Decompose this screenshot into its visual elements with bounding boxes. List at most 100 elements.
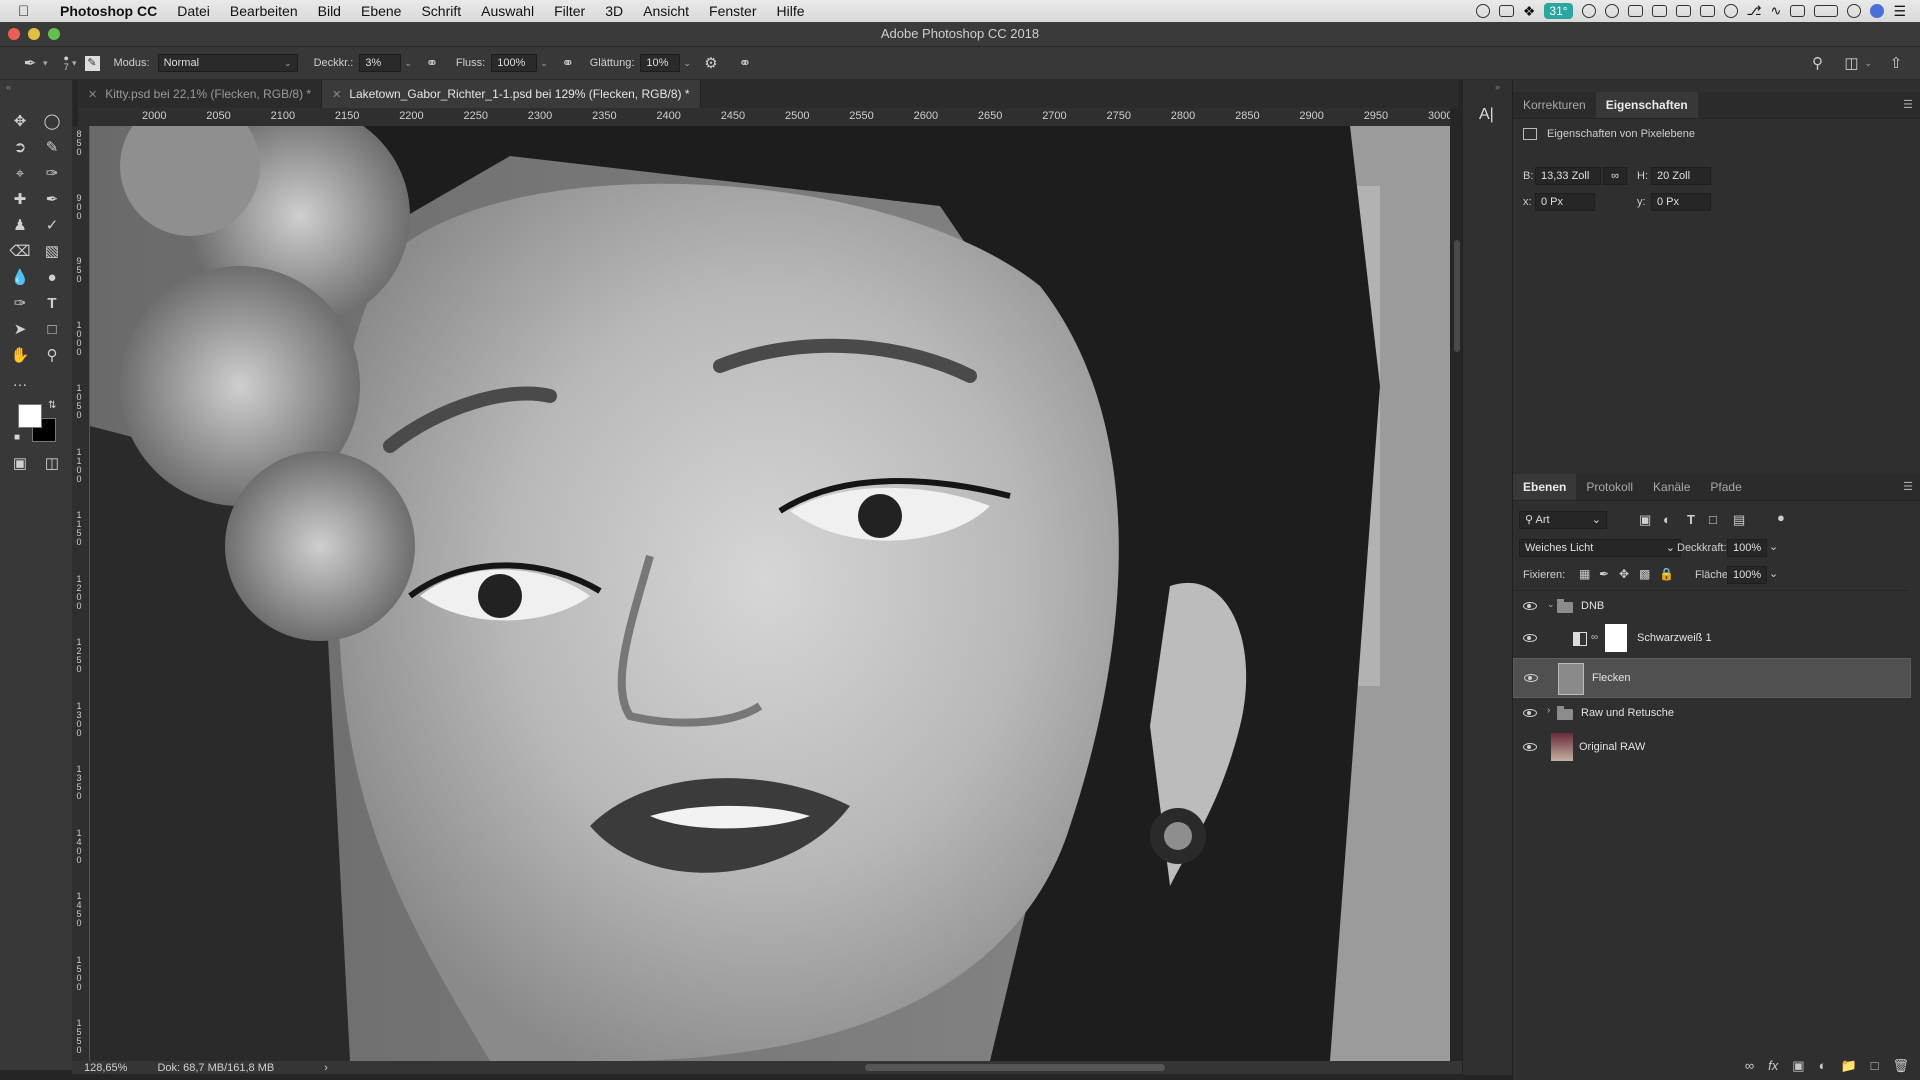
battery-icon[interactable] <box>1814 5 1839 17</box>
quick-mask-icon[interactable]: ▣ <box>8 452 32 474</box>
fluss-dropdown[interactable]: ⌄ <box>540 58 548 69</box>
brush-picker-caret[interactable]: ▾ <box>72 58 77 69</box>
menu-3d[interactable]: 3D <box>595 3 633 19</box>
quick-selection-tool-icon[interactable]: ✎ <box>40 136 64 158</box>
minimize-window-button[interactable] <box>28 28 40 40</box>
brush-tool-icon[interactable]: ✒ <box>40 188 64 210</box>
tab-eigenschaften[interactable]: Eigenschaften <box>1595 92 1698 118</box>
filter-smart-object-icon[interactable]: ▤ <box>1733 512 1745 528</box>
layer-mask-thumbnail[interactable] <box>1605 624 1627 652</box>
menu-fenster[interactable]: Fenster <box>699 3 766 19</box>
layers-menu-icon[interactable]: ☰ <box>1903 480 1913 493</box>
move-tool-icon[interactable]: ✥ <box>8 110 32 132</box>
brush-preset-picker[interactable]: ● 7 <box>64 54 69 72</box>
crop-tool-icon[interactable]: ⌖ <box>8 162 32 184</box>
screen-mode-icon[interactable]: ◫ <box>40 452 64 474</box>
lock-artboard-icon[interactable]: ▩ <box>1639 567 1650 581</box>
layer-row[interactable]: Original RAW <box>1513 730 1909 764</box>
visibility-eye-icon[interactable] <box>1523 634 1537 642</box>
menu-ansicht[interactable]: Ansicht <box>633 3 699 19</box>
filter-toggle-icon[interactable]: ● <box>1777 510 1785 525</box>
add-mask-icon[interactable]: ▣ <box>1792 1058 1804 1074</box>
history-brush-tool-icon[interactable]: ✓ <box>40 214 64 236</box>
character-panel-icon[interactable]: A| <box>1479 106 1494 124</box>
notification-center-icon[interactable]: ☰ <box>1893 3 1906 20</box>
zoom-window-button[interactable] <box>48 28 60 40</box>
foreground-color-swatch-top[interactable] <box>18 404 42 428</box>
siri-icon[interactable] <box>1870 4 1885 18</box>
type-tool-icon[interactable]: T <box>40 292 64 314</box>
hd-icon[interactable] <box>1699 5 1715 17</box>
gradient-tool-icon[interactable]: ▧ <box>40 240 64 262</box>
clone-stamp-tool-icon[interactable]: ♟ <box>8 214 32 236</box>
fill-dropdown[interactable]: ⌄ <box>1769 567 1778 580</box>
tab-protokoll[interactable]: Protokoll <box>1576 474 1643 500</box>
vertical-scroll-thumb[interactable] <box>1454 240 1460 352</box>
x-field[interactable]: 0 Px <box>1535 193 1595 211</box>
airplay-icon[interactable] <box>1790 5 1806 17</box>
trash-icon[interactable]: 🗑 <box>1892 1058 1909 1074</box>
lock-transparent-icon[interactable]: ▦ <box>1579 567 1590 581</box>
bluetooth-icon[interactable]: ⎇ <box>1747 3 1762 19</box>
menu-auswahl[interactable]: Auswahl <box>471 3 544 19</box>
monitor-icon[interactable] <box>1675 5 1691 17</box>
chevron-down-icon[interactable]: ⌄ <box>1547 599 1555 610</box>
visibility-eye-icon[interactable] <box>1523 602 1537 610</box>
tab-kitty[interactable]: ✕ Kitty.psd bei 22,1% (Flecken, RGB/8) * <box>78 80 323 108</box>
brush-tool-icon[interactable]: ✒ <box>20 54 40 72</box>
tool-preset-dropdown[interactable]: ▾ <box>43 58 48 69</box>
link-layers-icon[interactable]: ∞ <box>1745 1058 1754 1074</box>
marquee-tool-icon[interactable]: ◯ <box>40 110 64 132</box>
fx-icon[interactable]: fx <box>1768 1058 1778 1074</box>
eraser-tool-icon[interactable]: ⌫ <box>8 240 32 262</box>
brush-settings-icon[interactable]: ✎ <box>84 55 100 71</box>
lock-position-icon[interactable]: ✥ <box>1619 567 1629 581</box>
layer-row[interactable]: ∞ Schwarzweiß 1 <box>1513 620 1909 656</box>
visibility-eye-icon[interactable] <box>1524 674 1538 682</box>
close-icon[interactable]: ✕ <box>88 88 97 101</box>
visibility-eye-icon[interactable] <box>1523 709 1537 717</box>
feather-icon[interactable] <box>1581 4 1596 18</box>
visibility-eye-icon[interactable] <box>1523 743 1537 751</box>
horizontal-scroll-thumb[interactable] <box>865 1064 1165 1071</box>
menu-bearbeiten[interactable]: Bearbeiten <box>220 3 308 19</box>
filter-adjustment-icon[interactable]: ◐ <box>1663 512 1671 527</box>
workspace-icon[interactable]: ◫ <box>1841 54 1861 72</box>
chevron-right-icon[interactable]: › <box>1547 705 1550 716</box>
layer-row[interactable]: › Raw und Retusche <box>1513 698 1909 728</box>
glaettung-field[interactable]: 10% <box>640 54 681 72</box>
collapse-toolbar-icon[interactable]: « <box>6 82 11 92</box>
gear-icon[interactable]: ⚙ <box>701 54 721 72</box>
dodge-tool-icon[interactable]: ● <box>40 266 64 288</box>
airbrush-icon[interactable]: ⚭ <box>558 54 578 72</box>
apple-icon[interactable]:  <box>18 3 38 20</box>
record-icon[interactable] <box>1475 4 1490 18</box>
hand-tool-icon[interactable]: ✋ <box>8 344 32 366</box>
link-icon[interactable]: ∞ <box>1603 167 1627 185</box>
path-selection-tool-icon[interactable]: ➤ <box>8 318 32 340</box>
lasso-tool-icon[interactable]: ➲ <box>8 136 32 158</box>
tab-korrekturen[interactable]: Korrekturen <box>1513 92 1596 118</box>
close-window-button[interactable] <box>8 28 20 40</box>
menu-app[interactable]: Photoshop CC <box>50 3 167 19</box>
workspace-dropdown[interactable]: ⌄ <box>1864 58 1872 69</box>
menu-bild[interactable]: Bild <box>308 3 351 19</box>
layer-filter-select[interactable]: ⚲ Art ⌄ <box>1519 511 1607 529</box>
search-icon[interactable]: ⚲ <box>1807 54 1827 72</box>
clipboard-icon[interactable] <box>1651 5 1667 17</box>
zoom-level[interactable]: 128,65% <box>84 1062 127 1074</box>
lock-pixels-icon[interactable]: ✒ <box>1599 567 1609 581</box>
menu-datei[interactable]: Datei <box>167 3 220 19</box>
height-field[interactable]: 20 Zoll <box>1651 167 1711 185</box>
menu-hilfe[interactable]: Hilfe <box>767 3 815 19</box>
zoom-tool-icon[interactable]: ⚲ <box>40 344 64 366</box>
deckkr-dropdown[interactable]: ⌄ <box>404 58 412 69</box>
pressure-opacity-icon[interactable]: ⚭ <box>422 54 442 72</box>
glaettung-dropdown[interactable]: ⌄ <box>683 58 691 69</box>
share-icon[interactable]: ⇧ <box>1886 54 1906 72</box>
tab-pfade[interactable]: Pfade <box>1700 474 1751 500</box>
tab-kanaele[interactable]: Kanäle <box>1643 474 1700 500</box>
layer-row-selected[interactable]: Flecken <box>1513 658 1911 698</box>
rectangle-tool-icon[interactable]: □ <box>40 318 64 340</box>
modus-select[interactable]: Normal ⌄ <box>157 54 298 72</box>
